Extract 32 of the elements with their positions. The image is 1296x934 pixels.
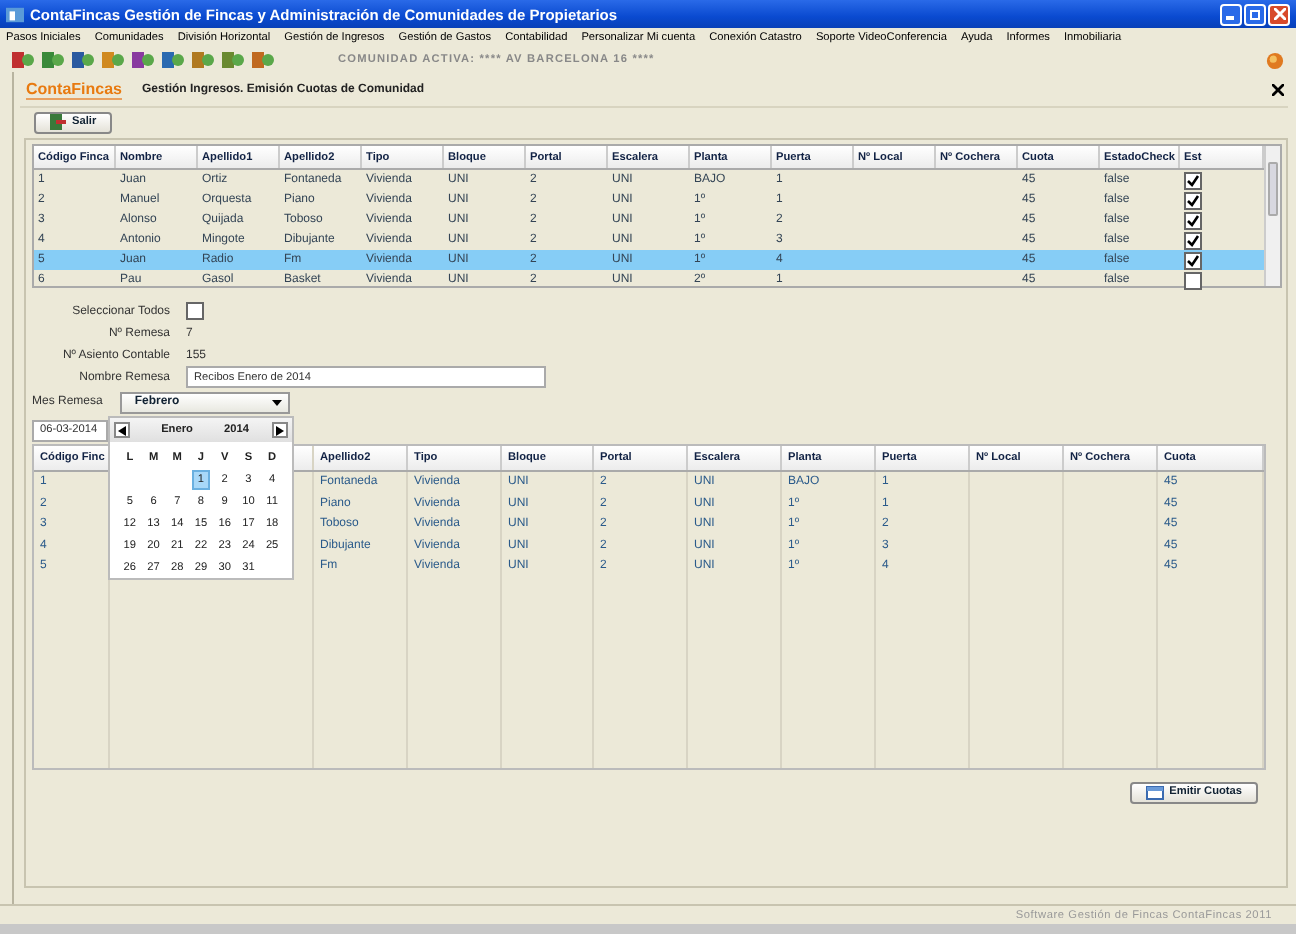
- toolbar-icon[interactable]: [222, 50, 244, 70]
- checkbox[interactable]: [1184, 271, 1202, 289]
- toolbar-icon[interactable]: [132, 50, 154, 70]
- checkbox[interactable]: [186, 302, 204, 320]
- dropdown-arrow-icon: [272, 399, 283, 405]
- right-arrow-icon: [276, 425, 284, 435]
- left-arrow-icon: [118, 425, 126, 435]
- checkbox[interactable]: [1184, 251, 1202, 269]
- logo: ContaFincas: [26, 79, 123, 99]
- toolbar-icon[interactable]: [162, 50, 184, 70]
- checkbox[interactable]: [1184, 171, 1202, 189]
- close-icon[interactable]: [1272, 83, 1284, 95]
- toolbar-icon[interactable]: [72, 50, 94, 70]
- minimize-button[interactable]: [1220, 3, 1242, 25]
- app-icon: [6, 5, 24, 23]
- exit-icon: [50, 114, 66, 130]
- checkbox[interactable]: [1184, 231, 1202, 249]
- checkbox[interactable]: [1184, 211, 1202, 229]
- window-icon: [1145, 785, 1164, 799]
- splitter-handle[interactable]: [6, 72, 14, 904]
- toolbar-icon[interactable]: [12, 50, 34, 70]
- toolbar-icon[interactable]: [42, 50, 64, 70]
- toolbar-icon[interactable]: [192, 50, 214, 70]
- checkbox[interactable]: [1184, 191, 1202, 209]
- previous-month-button[interactable]: [114, 422, 130, 438]
- toolbar-icon[interactable]: [252, 50, 274, 70]
- maximize-button[interactable]: [1244, 3, 1266, 25]
- restore-icon: [1249, 8, 1261, 20]
- close-button[interactable]: [1268, 3, 1290, 25]
- close-icon: [1273, 8, 1285, 20]
- scrollbar[interactable]: [1264, 146, 1280, 286]
- next-month-button[interactable]: [272, 422, 288, 438]
